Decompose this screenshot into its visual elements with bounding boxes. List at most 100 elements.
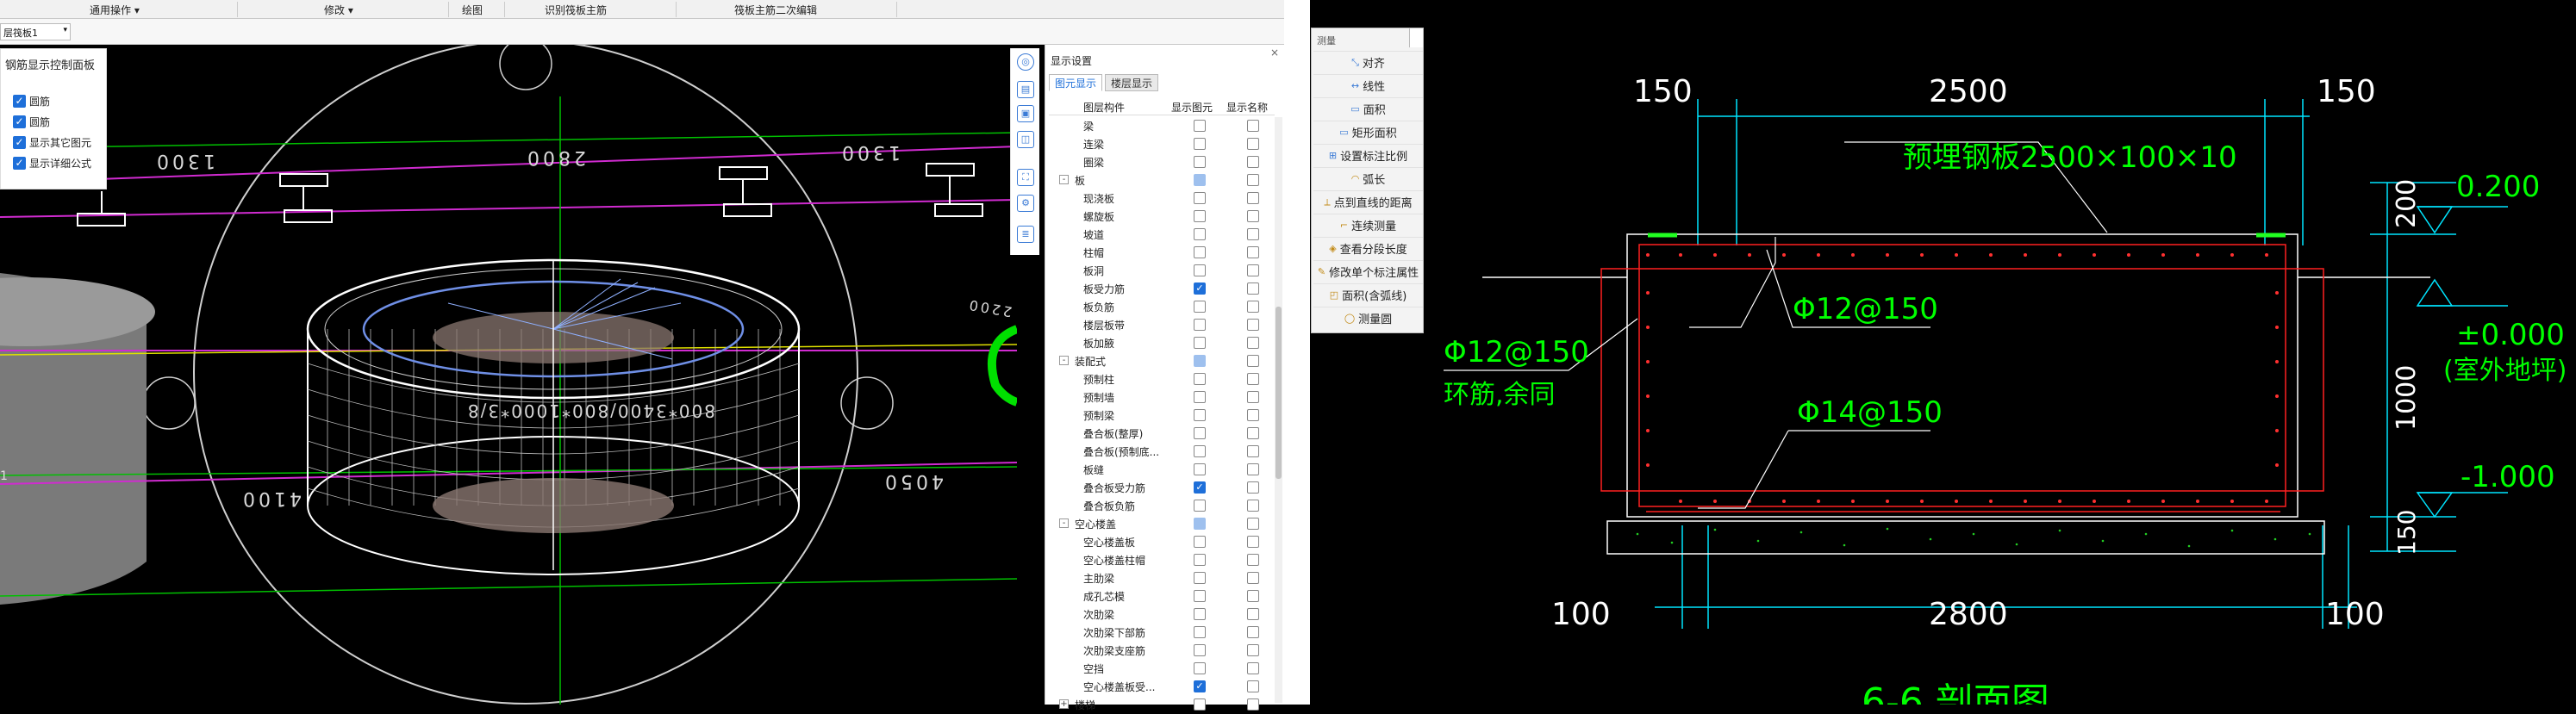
show-name-checkbox[interactable] [1247, 572, 1259, 584]
tree-row[interactable]: 空心楼盖板 [1049, 533, 1275, 551]
show-name-checkbox[interactable] [1247, 680, 1259, 692]
show-name-checkbox[interactable] [1247, 246, 1259, 258]
tree-row[interactable]: 空心楼盖柱帽 [1049, 551, 1275, 569]
orbit-icon[interactable]: ◎ [1017, 53, 1034, 71]
tree-row[interactable]: 板洞 [1049, 262, 1275, 280]
show-element-checkbox[interactable]: ✓ [1194, 282, 1206, 295]
tree-row[interactable]: 预制柱 [1049, 370, 1275, 388]
option-row-2[interactable]: ✓ 圆筋 [13, 113, 50, 130]
tree-row[interactable]: - 空心楼盖 [1049, 515, 1275, 533]
tree-row[interactable]: 圈梁 [1049, 153, 1275, 171]
show-name-checkbox[interactable] [1247, 698, 1259, 711]
show-element-checkbox[interactable] [1194, 301, 1206, 313]
show-element-checkbox[interactable] [1194, 644, 1206, 656]
show-element-checkbox[interactable] [1194, 156, 1206, 168]
show-element-checkbox[interactable] [1194, 626, 1206, 638]
option-show-formula[interactable]: ✓ 显示详细公式 [13, 154, 91, 171]
show-name-checkbox[interactable] [1247, 174, 1259, 186]
measure-area-arc[interactable]: ◰ 面积(含弧线) [1313, 283, 1423, 306]
tree-row[interactable]: 叠合板受力筋 ✓ [1049, 479, 1275, 497]
show-name-checkbox[interactable] [1247, 264, 1259, 276]
tree-row[interactable]: + 楼梯 [1049, 696, 1275, 714]
show-element-checkbox[interactable] [1194, 590, 1206, 602]
show-name-checkbox[interactable] [1247, 554, 1259, 566]
show-element-checkbox[interactable] [1194, 698, 1206, 711]
show-element-checkbox[interactable]: ✓ [1194, 481, 1206, 494]
menu-raft-rebar-edit[interactable]: 筏板主筋二次编辑 [734, 3, 817, 17]
show-name-checkbox[interactable] [1247, 590, 1259, 602]
collapse-icon[interactable]: - [1059, 356, 1069, 365]
show-name-checkbox[interactable] [1247, 391, 1259, 403]
tree-row[interactable]: 叠合板负筋 [1049, 497, 1275, 515]
measure-edit-annotation[interactable]: ✎ 修改单个标注属性 [1313, 260, 1423, 282]
show-name-checkbox[interactable] [1247, 373, 1259, 385]
tree-row[interactable]: 预制梁 [1049, 407, 1275, 425]
view-cube-icon[interactable]: ▣ [1017, 105, 1034, 122]
checkbox-checked-icon[interactable]: ✓ [13, 156, 26, 170]
show-element-checkbox[interactable] [1194, 572, 1206, 584]
measure-set-scale[interactable]: ⊞ 设置标注比例 [1313, 144, 1423, 166]
show-name-checkbox[interactable] [1247, 644, 1259, 656]
tree-row[interactable]: 楼层板带 [1049, 316, 1275, 334]
show-element-checkbox[interactable] [1194, 445, 1206, 457]
tree-row[interactable]: 现浇板 [1049, 189, 1275, 208]
zoom-extents-icon[interactable]: ⛶ [1017, 169, 1034, 186]
show-element-checkbox[interactable] [1194, 355, 1206, 367]
show-name-checkbox[interactable] [1247, 427, 1259, 439]
show-element-checkbox[interactable] [1194, 608, 1206, 620]
show-name-checkbox[interactable] [1247, 536, 1259, 548]
show-element-checkbox[interactable]: ✓ [1194, 680, 1206, 692]
show-name-checkbox[interactable] [1247, 337, 1259, 349]
show-element-checkbox[interactable] [1194, 174, 1206, 186]
show-element-checkbox[interactable] [1194, 319, 1206, 331]
show-name-checkbox[interactable] [1247, 662, 1259, 674]
show-element-checkbox[interactable] [1194, 264, 1206, 276]
measure-point-to-line[interactable]: ⟂ 点到直线的距离 [1313, 190, 1423, 213]
measure-rect-area[interactable]: ▭ 矩形面积 [1313, 121, 1423, 143]
tree-row[interactable]: 板负筋 [1049, 298, 1275, 316]
show-element-checkbox[interactable] [1194, 228, 1206, 240]
show-element-checkbox[interactable] [1194, 500, 1206, 512]
show-name-checkbox[interactable] [1247, 355, 1259, 367]
settings-icon[interactable]: ⚙ [1017, 195, 1034, 212]
menu-draw[interactable]: 绘图 [462, 3, 483, 17]
show-name-checkbox[interactable] [1247, 445, 1259, 457]
3d-viewport[interactable]: 1300 2800 1300 4100 4050 2200 800*3400/8… [0, 45, 1017, 705]
tree-row[interactable]: - 装配式 [1049, 352, 1275, 370]
menu-modify[interactable]: 修改 ▾ [324, 3, 353, 17]
view-3d-icon[interactable]: ◫ [1017, 131, 1034, 148]
tree-row[interactable]: 板加腋 [1049, 334, 1275, 352]
close-icon[interactable]: × [1270, 47, 1279, 59]
tree-row[interactable]: 螺旋板 [1049, 208, 1275, 226]
show-name-checkbox[interactable] [1247, 500, 1259, 512]
show-name-checkbox[interactable] [1247, 463, 1259, 475]
show-name-checkbox[interactable] [1247, 228, 1259, 240]
show-element-checkbox[interactable] [1194, 463, 1206, 475]
tree-row[interactable]: 主肋梁 [1049, 569, 1275, 587]
cad-viewport[interactable]: 150 2500 150 预埋钢板2500×100×10 0.200 ±0.00… [1310, 0, 2576, 705]
show-element-checkbox[interactable] [1194, 246, 1206, 258]
show-name-checkbox[interactable] [1247, 319, 1259, 331]
measure-area[interactable]: ▭ 面积 [1313, 97, 1423, 120]
tree-row[interactable]: 板缝 [1049, 461, 1275, 479]
tab-floor-display[interactable]: 楼层显示 [1105, 74, 1159, 91]
show-name-checkbox[interactable] [1247, 626, 1259, 638]
show-element-checkbox[interactable] [1194, 427, 1206, 439]
measure-align[interactable]: ⤡ 对齐 [1313, 51, 1423, 73]
collapse-icon[interactable]: - [1059, 175, 1069, 184]
close-icon[interactable] [1409, 28, 1423, 47]
show-element-checkbox[interactable] [1194, 662, 1206, 674]
show-name-checkbox[interactable] [1247, 608, 1259, 620]
show-element-checkbox[interactable] [1194, 337, 1206, 349]
show-name-checkbox[interactable] [1247, 192, 1259, 204]
tree-row[interactable]: 柱帽 [1049, 244, 1275, 262]
tab-element-display[interactable]: 图元显示 [1049, 74, 1103, 91]
tree-row[interactable]: 连梁 [1049, 135, 1275, 153]
view-front-icon[interactable]: ▤ [1017, 81, 1034, 98]
measure-segment-length[interactable]: ◈ 查看分段长度 [1313, 237, 1423, 259]
tree-row[interactable]: 成孔芯模 [1049, 587, 1275, 605]
show-name-checkbox[interactable] [1247, 120, 1259, 132]
tree-row[interactable]: 次肋梁支座筋 [1049, 642, 1275, 660]
show-element-checkbox[interactable] [1194, 138, 1206, 150]
menu-identify-raft-rebar[interactable]: 识别筏板主筋 [545, 3, 607, 17]
